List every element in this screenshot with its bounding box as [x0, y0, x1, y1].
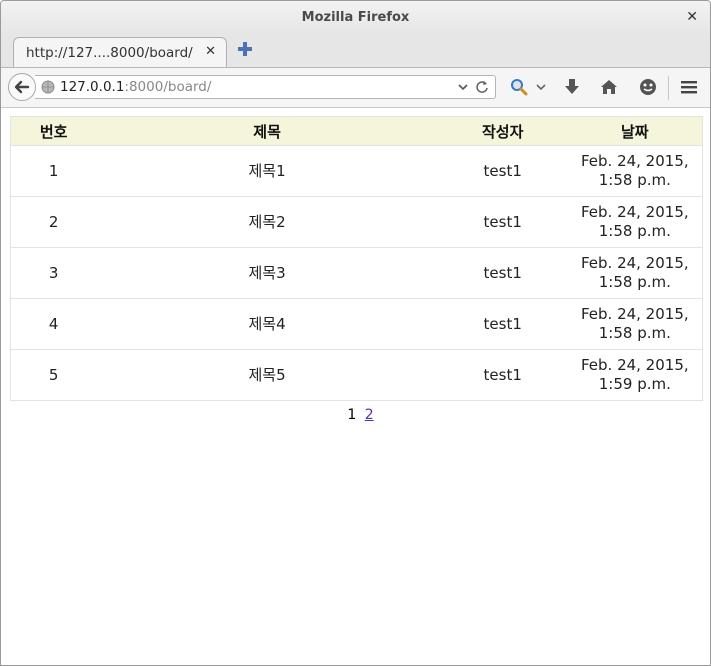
row-date-line2: 1:58 p.m. — [598, 324, 671, 342]
back-arrow-icon — [14, 80, 30, 94]
table-row[interactable]: 3 제목3 test1 Feb. 24, 2015, 1:58 p.m. — [10, 247, 703, 299]
row-date-line1: Feb. 24, 2015, — [580, 152, 689, 170]
row-author: test1 — [437, 145, 568, 197]
row-title[interactable]: 제목5 — [96, 349, 438, 401]
tab-board[interactable]: http://127....8000/board/ ✕ — [13, 37, 227, 67]
table-row[interactable]: 2 제목2 test1 Feb. 24, 2015, 1:58 p.m. — [10, 196, 703, 248]
row-date-line1: Feb. 24, 2015, — [580, 305, 689, 323]
header-number: 번호 — [10, 116, 97, 146]
chat-icon[interactable] — [639, 78, 657, 96]
browser-window: Mozilla Firefox ✕ http://127....8000/boa… — [0, 0, 711, 666]
row-author: test1 — [437, 196, 568, 248]
chevron-down-icon[interactable] — [457, 81, 469, 93]
table-header-row: 번호 제목 작성자 날짜 — [10, 116, 703, 146]
home-icon[interactable] — [600, 78, 618, 96]
row-title[interactable]: 제목2 — [96, 196, 438, 248]
page-content: 번호 제목 작성자 날짜 1 제목1 test1 Feb. 24, 2015, 1… — [1, 108, 710, 423]
table-row[interactable]: 4 제목4 test1 Feb. 24, 2015, 1:58 p.m. — [10, 298, 703, 350]
row-author: test1 — [437, 349, 568, 401]
url-host: 127.0.0.1 — [60, 79, 125, 95]
back-button[interactable] — [8, 73, 36, 101]
url-text: 127.0.0.1:8000/board/ — [60, 79, 211, 95]
row-date-line1: Feb. 24, 2015, — [580, 356, 689, 374]
reload-icon[interactable] — [475, 80, 489, 94]
close-icon[interactable]: ✕ — [686, 9, 698, 25]
page-current: 1 — [347, 407, 357, 423]
row-date: Feb. 24, 2015, 1:58 p.m. — [567, 145, 703, 197]
row-number: 1 — [10, 145, 97, 197]
tab-strip: http://127....8000/board/ ✕ — [1, 35, 710, 68]
row-date-line1: Feb. 24, 2015, — [580, 203, 689, 221]
page-link-2[interactable]: 2 — [365, 407, 374, 423]
board-table: 번호 제목 작성자 날짜 1 제목1 test1 Feb. 24, 2015, 1… — [10, 116, 703, 401]
row-number: 2 — [10, 196, 97, 248]
nav-bar: 127.0.0.1:8000/board/ — [1, 68, 710, 108]
plus-icon[interactable] — [237, 41, 253, 57]
row-title[interactable]: 제목4 — [96, 298, 438, 350]
pagination: 1 2 — [20, 407, 701, 423]
download-icon[interactable] — [563, 78, 581, 96]
row-date-line2: 1:58 p.m. — [598, 273, 671, 291]
row-title[interactable]: 제목1 — [96, 145, 438, 197]
search-icon[interactable] — [510, 78, 528, 96]
row-date: Feb. 24, 2015, 1:58 p.m. — [567, 247, 703, 299]
row-number: 3 — [10, 247, 97, 299]
row-number: 5 — [10, 349, 97, 401]
header-date: 날짜 — [567, 116, 703, 146]
table-row[interactable]: 1 제목1 test1 Feb. 24, 2015, 1:58 p.m. — [10, 145, 703, 197]
hamburger-menu-icon[interactable] — [680, 78, 698, 96]
row-date-line1: Feb. 24, 2015, — [580, 254, 689, 272]
row-date-line2: 1:58 p.m. — [598, 171, 671, 189]
tab-close-icon[interactable]: ✕ — [205, 44, 216, 59]
url-bar[interactable]: 127.0.0.1:8000/board/ — [35, 75, 496, 99]
tab-label: http://127....8000/board/ — [26, 45, 193, 61]
window-title: Mozilla Firefox — [301, 10, 410, 25]
row-date-line2: 1:59 p.m. — [598, 375, 671, 393]
row-author: test1 — [437, 298, 568, 350]
globe-icon — [41, 80, 55, 94]
table-row[interactable]: 5 제목5 test1 Feb. 24, 2015, 1:59 p.m. — [10, 349, 703, 401]
row-number: 4 — [10, 298, 97, 350]
search-engine-chevron-icon[interactable] — [535, 81, 547, 93]
row-author: test1 — [437, 247, 568, 299]
row-date: Feb. 24, 2015, 1:58 p.m. — [567, 298, 703, 350]
toolbar-separator — [668, 76, 669, 100]
row-date: Feb. 24, 2015, 1:59 p.m. — [567, 349, 703, 401]
url-path: :8000/board/ — [124, 79, 212, 95]
title-bar: Mozilla Firefox ✕ — [1, 1, 710, 35]
header-author: 작성자 — [437, 116, 568, 146]
row-title[interactable]: 제목3 — [96, 247, 438, 299]
row-date-line2: 1:58 p.m. — [598, 222, 671, 240]
row-date: Feb. 24, 2015, 1:58 p.m. — [567, 196, 703, 248]
header-title: 제목 — [96, 116, 438, 146]
